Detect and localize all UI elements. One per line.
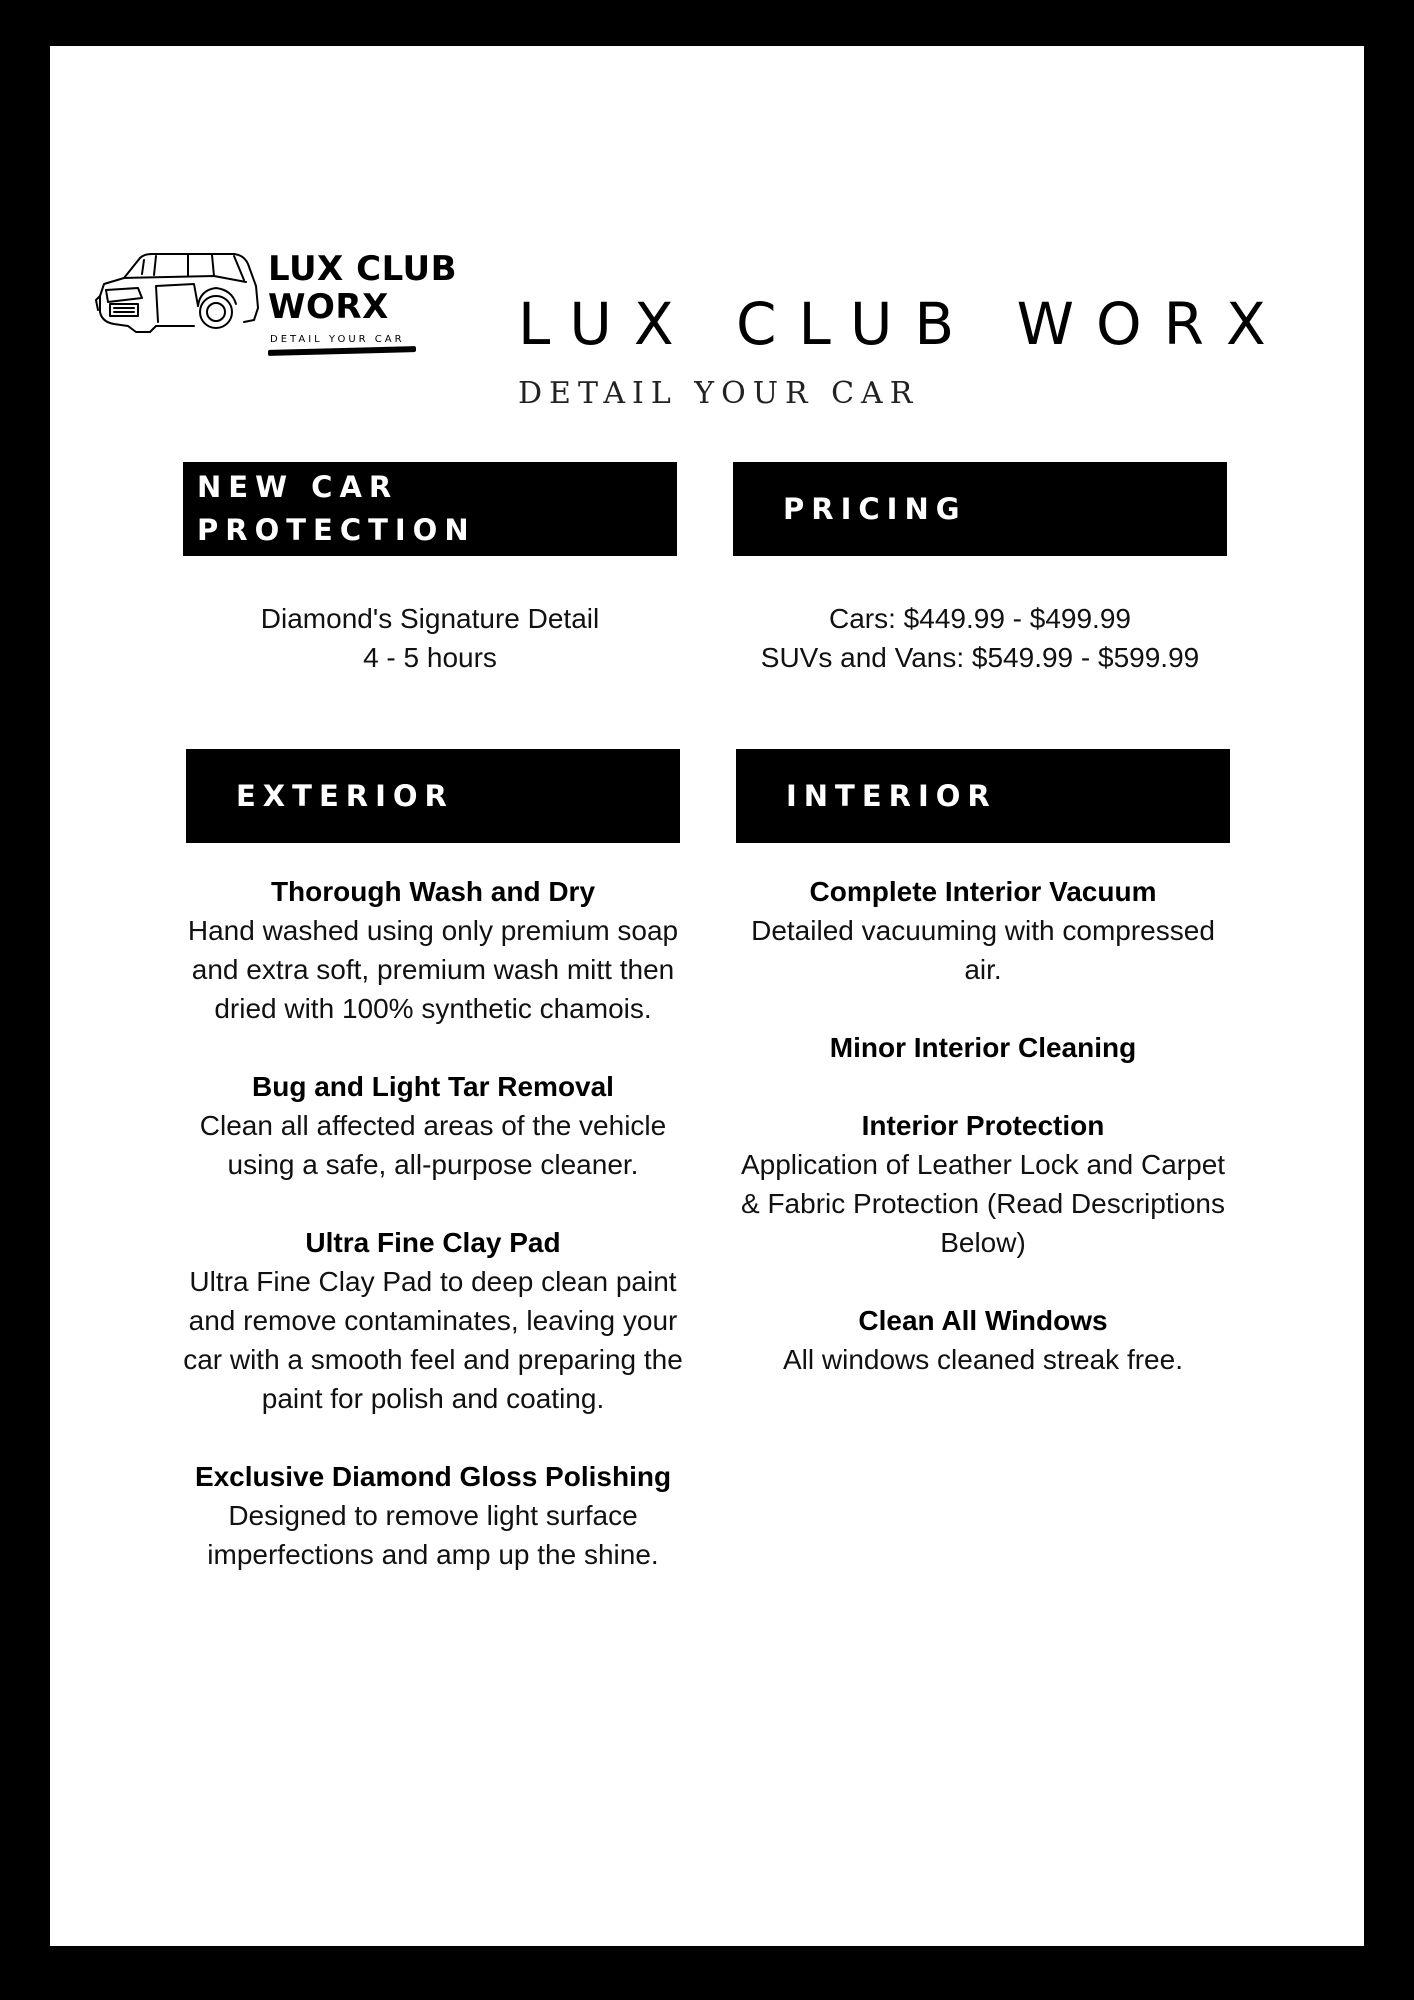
interior-heading: INTERIOR (736, 749, 1230, 843)
interior-services: Complete Interior Vacuum Detailed vacuum… (733, 872, 1233, 1379)
service-description: Hand washed using only premium soap and … (187, 915, 679, 1024)
exterior-heading: EXTERIOR (186, 749, 680, 843)
service-title: Interior Protection (861, 1110, 1105, 1141)
pricing-heading: PRICING (733, 462, 1227, 556)
suv-car-icon (95, 253, 259, 333)
service-description: Designed to remove light surface imperfe… (207, 1500, 659, 1570)
new-car-protection-heading: NEW CAR PROTECTION (183, 462, 677, 556)
page-subtitle: DETAIL YOUR CAR (518, 376, 920, 411)
logo-tagline: DETAIL YOUR CAR (270, 334, 405, 345)
service-title: Clean All Windows (858, 1305, 1108, 1336)
service-title: Complete Interior Vacuum (809, 876, 1157, 907)
service-description: Application of Leather Lock and Carpet &… (740, 1149, 1226, 1258)
logo-underline (268, 346, 416, 356)
service-description: Ultra Fine Clay Pad to deep clean paint … (183, 1266, 683, 1414)
service-title: Ultra Fine Clay Pad (305, 1227, 561, 1258)
flyer-page: LUX CLUB WORX DETAIL YOUR CAR LUX CLUB W… (50, 46, 1364, 1946)
logo-line-1: LUX CLUB (268, 249, 458, 289)
pricing-details: Cars: $449.99 - $499.99 SUVs and Vans: $… (710, 599, 1250, 677)
package-name: Diamond's Signature Detail (260, 603, 600, 634)
price-suvs-vans: SUVs and Vans: $549.99 - $599.99 (760, 642, 1200, 673)
package-duration: 4 - 5 hours (363, 642, 497, 673)
logo-wordmark: LUX CLUB WORX (268, 250, 457, 326)
brand-logo: LUX CLUB WORX DETAIL YOUR CAR (94, 246, 474, 406)
service-description: Clean all affected areas of the vehicle … (199, 1110, 667, 1180)
service-description: All windows cleaned streak free. (783, 1344, 1183, 1375)
new-car-protection-heading-line-1: NEW CAR (197, 470, 399, 504)
new-car-protection-heading-line-2: PROTECTION (197, 513, 476, 547)
exterior-services: Thorough Wash and Dry Hand washed using … (183, 872, 683, 1574)
page-title: LUX CLUB WORX (518, 290, 1288, 358)
service-description: Detailed vacuuming with compressed air. (751, 915, 1215, 985)
service-title: Exclusive Diamond Gloss Polishing (194, 1461, 672, 1492)
service-title: Thorough Wash and Dry (270, 876, 596, 907)
service-title: Bug and Light Tar Removal (252, 1071, 614, 1102)
service-title: Minor Interior Cleaning (829, 1032, 1137, 1063)
new-car-protection-details: Diamond's Signature Detail 4 - 5 hours (160, 599, 700, 677)
price-cars: Cars: $449.99 - $499.99 (829, 603, 1131, 634)
logo-line-2: WORX (268, 287, 389, 327)
